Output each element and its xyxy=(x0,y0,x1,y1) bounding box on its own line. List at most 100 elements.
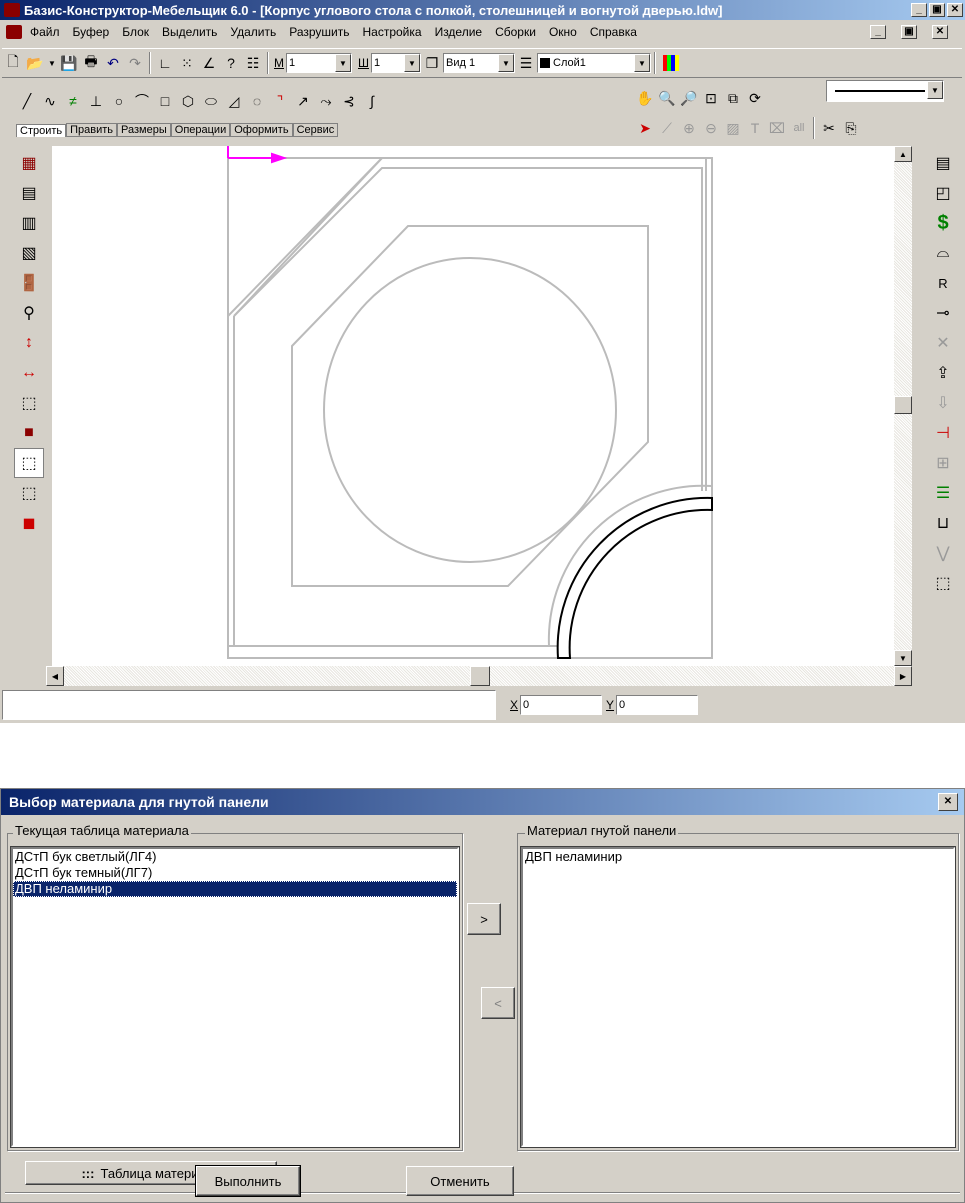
box-wire-icon[interactable]: ⬚ xyxy=(14,478,44,508)
export-icon[interactable]: ⇪ xyxy=(928,358,958,388)
groove-icon[interactable]: ⊞ xyxy=(928,448,958,478)
polygon-icon[interactable]: ⬡ xyxy=(177,90,199,112)
perpendicular-icon[interactable]: ⊥ xyxy=(85,90,107,112)
menu-item-file[interactable]: Файл xyxy=(30,25,60,39)
circle-icon[interactable]: ○ xyxy=(108,90,130,112)
tab-service[interactable]: Сервис xyxy=(292,123,339,137)
w-combo[interactable]: 1 ▼ xyxy=(371,53,421,73)
box-check-icon[interactable]: ⬚ xyxy=(928,568,958,598)
menu-item-window[interactable]: Окно xyxy=(549,25,577,39)
tab-edit[interactable]: Править xyxy=(66,123,118,137)
import-icon[interactable]: ⇩ xyxy=(928,388,958,418)
zoom-window-icon[interactable]: ⊡ xyxy=(700,87,722,109)
menu-item-explode[interactable]: Разрушить xyxy=(289,25,349,39)
box-color-icon[interactable]: ◼ xyxy=(14,508,44,538)
tab-format[interactable]: Оформить xyxy=(230,123,293,137)
doc-minimize-button[interactable]: _ xyxy=(870,25,886,39)
list-item[interactable]: ДСтП бук темный(ЛГ7) xyxy=(13,865,457,881)
select-all-icon[interactable]: all xyxy=(788,117,810,139)
line-style-arrow-icon[interactable]: ▼ xyxy=(927,81,943,99)
tab-operations[interactable]: Операции xyxy=(170,123,231,137)
color-palette-icon[interactable] xyxy=(663,55,679,71)
tab-dimensions[interactable]: Размеры xyxy=(117,123,171,137)
horizontal-size-icon[interactable]: ↔ xyxy=(14,358,44,388)
menu-item-select[interactable]: Выделить xyxy=(162,25,217,39)
m-combo[interactable]: 1 ▼ xyxy=(286,53,352,73)
tab-build[interactable]: Строить xyxy=(16,124,67,137)
joint-icon[interactable]: ⊣ xyxy=(928,418,958,448)
scroll-up-button[interactable]: ▲ xyxy=(894,146,912,162)
x-coord-input[interactable]: 0 xyxy=(520,695,603,715)
ok-button[interactable]: Выполнить xyxy=(195,1165,301,1197)
line-style-combo[interactable]: ▼ xyxy=(826,80,944,102)
rectangle-icon[interactable]: □ xyxy=(154,90,176,112)
drawing-canvas[interactable] xyxy=(52,146,894,666)
scroll-right-button[interactable]: ▶ xyxy=(894,666,912,686)
print-icon[interactable]: 🖶 xyxy=(80,52,102,74)
command-line[interactable] xyxy=(2,690,496,720)
cut-icon[interactable]: ✂ xyxy=(818,117,840,139)
select-dim-icon[interactable]: ⌧ xyxy=(766,117,788,139)
menu-item-help[interactable]: Справка xyxy=(590,25,637,39)
layers-icon[interactable]: ☰ xyxy=(515,52,537,74)
vertical-scrollbar[interactable]: ▲ ▼ xyxy=(894,146,912,666)
menu-item-buffer[interactable]: Буфер xyxy=(73,25,110,39)
extend-icon[interactable]: ⤳ xyxy=(315,90,337,112)
select-text-icon[interactable]: T xyxy=(744,117,766,139)
redraw-icon[interactable]: ⟳ xyxy=(744,87,766,109)
move-left-button[interactable]: < xyxy=(481,987,515,1019)
menu-item-assemblies[interactable]: Сборки xyxy=(495,25,536,39)
select-arrow-icon[interactable]: ➤ xyxy=(634,117,656,139)
view-combo[interactable]: Вид 1 ▼ xyxy=(443,53,515,73)
app-close-button[interactable]: ✕ xyxy=(947,3,963,17)
axes-icon[interactable]: ∟ xyxy=(154,52,176,74)
menu-item-product[interactable]: Изделие xyxy=(435,25,483,39)
panel-stack-icon[interactable]: ▦ xyxy=(14,148,44,178)
scroll-thumb-vertical[interactable] xyxy=(894,396,912,414)
fillet-icon[interactable]: ◌ xyxy=(246,90,268,112)
layer-combo-arrow-icon[interactable]: ▼ xyxy=(634,54,650,72)
save-icon[interactable]: 💾 xyxy=(58,52,80,74)
box-front-icon[interactable]: ⬚ xyxy=(14,388,44,418)
current-material-list[interactable]: ДСтП бук светлый(ЛГ4) ДСтП бук темный(ЛГ… xyxy=(10,846,460,1148)
parallel-line-icon[interactable]: ≠ xyxy=(62,90,84,112)
cancel-button[interactable]: Отменить xyxy=(406,1166,514,1196)
open-file-icon[interactable]: 📂 xyxy=(24,52,46,74)
zoom-in-icon[interactable]: 🔍 xyxy=(656,87,678,109)
scroll-left-button[interactable]: ◀ xyxy=(46,666,64,686)
zoom-all-icon[interactable]: ⧉ xyxy=(722,87,744,109)
door-icon[interactable]: 🚪 xyxy=(14,268,44,298)
handle-icon[interactable]: ⚲ xyxy=(14,298,44,328)
zoom-out-icon[interactable]: 🔎 xyxy=(678,87,700,109)
select-line-icon[interactable]: ⟋ xyxy=(656,117,678,139)
redo-icon[interactable]: ↷ xyxy=(124,52,146,74)
profile-u-icon[interactable]: ⊔ xyxy=(928,508,958,538)
arc-icon[interactable]: ⌒ xyxy=(131,90,153,112)
materials-icon[interactable]: ◰ xyxy=(928,178,958,208)
screw-icon[interactable]: ⊸ xyxy=(928,298,958,328)
select-hatch-icon[interactable]: ▨ xyxy=(722,117,744,139)
view-combo-arrow-icon[interactable]: ▼ xyxy=(498,54,514,72)
panel-front-icon[interactable]: ▤ xyxy=(14,178,44,208)
dropdown-arrow-icon[interactable]: ▼ xyxy=(46,52,58,74)
list-item-selected[interactable]: ДВП неламинир xyxy=(13,881,457,897)
doc-close-button[interactable]: ✕ xyxy=(932,25,948,39)
horizontal-scrollbar[interactable]: ◀ ▶ xyxy=(46,666,912,686)
chamfer-icon[interactable]: ◿ xyxy=(223,90,245,112)
polyline-icon[interactable]: ∿ xyxy=(39,90,61,112)
y-coord-input[interactable]: 0 xyxy=(616,695,699,715)
line-icon[interactable]: ╱ xyxy=(16,90,38,112)
trim-icon[interactable]: ↗ xyxy=(292,90,314,112)
select-add-icon[interactable]: ⊕ xyxy=(678,117,700,139)
doc-restore-button[interactable]: ▣ xyxy=(901,25,917,39)
offset-icon[interactable]: ⊰ xyxy=(338,90,360,112)
select-remove-icon[interactable]: ⊖ xyxy=(700,117,722,139)
ellipse-icon[interactable]: ⬭ xyxy=(200,90,222,112)
cost-icon[interactable]: $ xyxy=(928,208,958,238)
spline-icon[interactable]: ∫ xyxy=(361,90,383,112)
corner-icon[interactable]: ⌝ xyxy=(269,90,291,112)
layer-combo[interactable]: Слой1 ▼ xyxy=(537,53,651,73)
edge-band-icon[interactable]: ⌓ xyxy=(928,238,958,268)
layers-stack-icon[interactable]: ☰ xyxy=(928,478,958,508)
panel-side-icon[interactable]: ▥ xyxy=(14,208,44,238)
